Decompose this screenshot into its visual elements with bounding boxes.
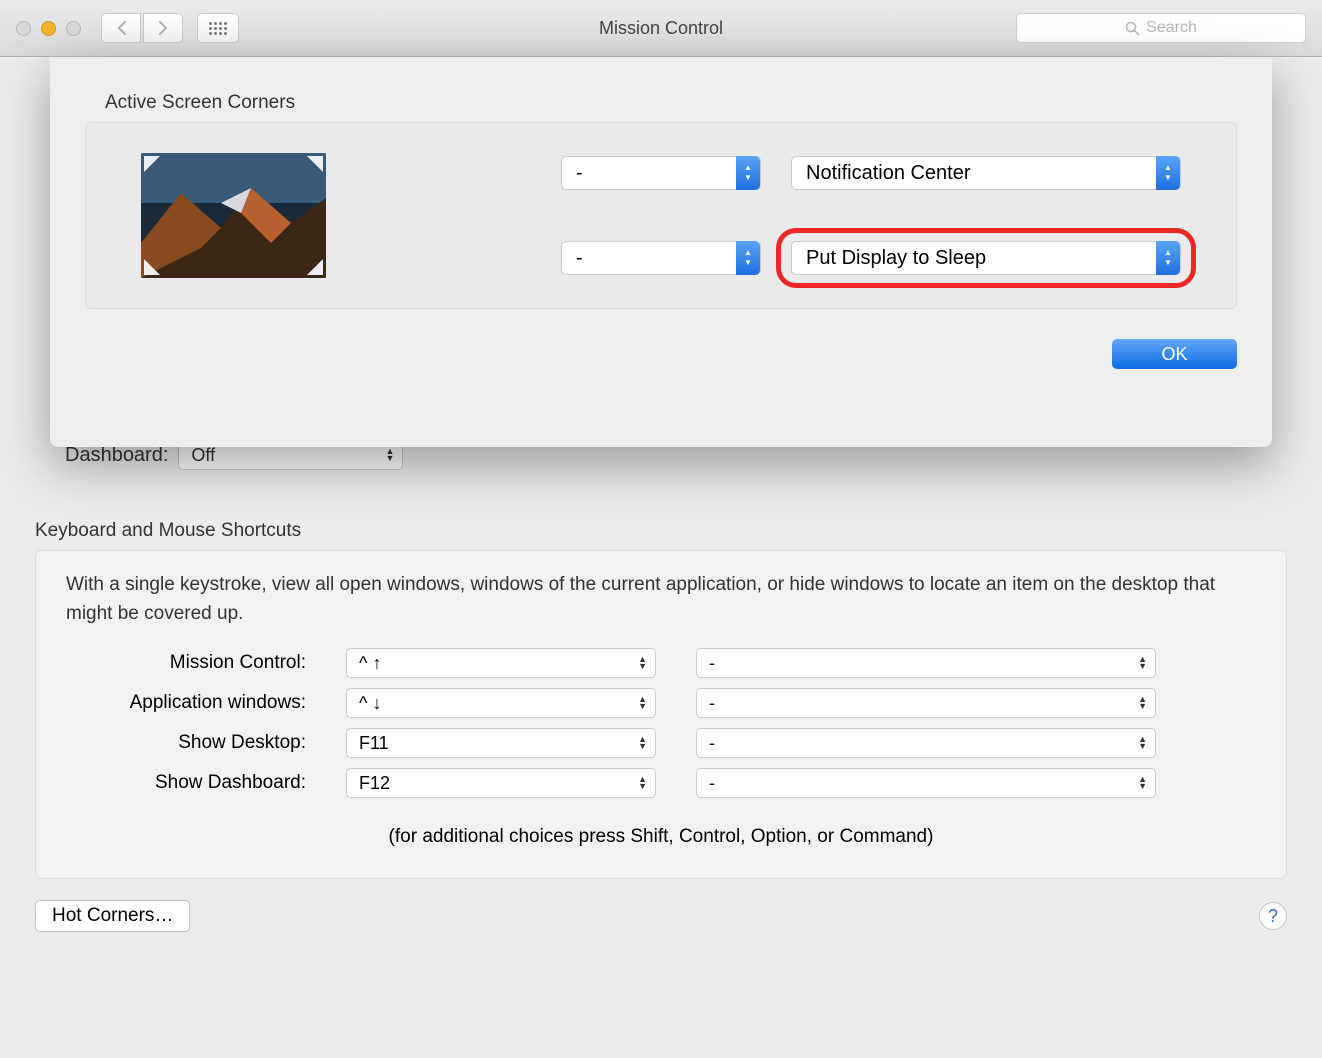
kbm-box: With a single keystroke, view all open w… [35,550,1287,879]
forward-button[interactable] [143,13,183,43]
kbm-footer: (for additional choices press Shift, Con… [66,826,1256,848]
close-button[interactable] [16,21,31,36]
show-all-button[interactable] [197,13,239,43]
search-input[interactable]: Search [1016,13,1306,43]
chevron-updown-icon: ▲▼ [638,656,647,670]
corner-value: Notification Center [806,162,971,185]
highlight-annotation: Put Display to Sleep ▲▼ [776,228,1196,288]
mission-control-kb-select[interactable]: ^ ↑▲▼ [346,648,656,678]
search-icon [1125,21,1140,36]
dashboard-value: Off [191,445,215,466]
corner-bottom-right-select[interactable]: Put Display to Sleep ▲▼ [791,241,1181,275]
corner-indicator-br [307,259,323,275]
app-windows-kb-select[interactable]: ^ ↓▲▼ [346,688,656,718]
kbm-description: With a single keystroke, view all open w… [66,571,1256,628]
corner-value: - [576,162,583,185]
corner-indicator-tr [307,156,323,172]
nav-buttons [101,13,183,43]
chevron-updown-icon: ▲▼ [1156,156,1180,190]
chevron-updown-icon: ▲▼ [385,448,394,462]
window-toolbar: Mission Control Search [0,0,1322,57]
zoom-button[interactable] [66,21,81,36]
kbm-grid: Mission Control: ^ ↑▲▼ -▲▼ Application w… [66,648,1256,798]
corner-indicator-bl [144,259,160,275]
chevron-updown-icon: ▲▼ [736,156,760,190]
traffic-lights [16,21,81,36]
chevron-updown-icon: ▲▼ [1138,696,1147,710]
show-dashboard-mouse-select[interactable]: -▲▼ [696,768,1156,798]
kbm-row-label: Show Dashboard: [66,772,306,794]
chevron-updown-icon: ▲▼ [1138,736,1147,750]
minimize-button[interactable] [41,21,56,36]
kbm-row-label: Mission Control: [66,652,306,674]
chevron-updown-icon: ▲▼ [1138,776,1147,790]
bottom-bar: Hot Corners… ? [35,900,1287,932]
help-button[interactable]: ? [1259,902,1287,930]
active-corners-sheet: Active Screen Corners - ▲▼ Notification … [50,57,1272,447]
chevron-updown-icon: ▲▼ [638,696,647,710]
display-preview [141,153,326,278]
grid-icon [209,22,227,35]
window-title: Mission Control [599,18,723,39]
ok-button[interactable]: OK [1112,339,1237,369]
back-button[interactable] [101,13,141,43]
search-placeholder: Search [1146,19,1197,37]
corner-top-right-select[interactable]: Notification Center ▲▼ [791,156,1181,190]
sheet-title: Active Screen Corners [105,92,1237,114]
kbm-row-label: Application windows: [66,692,306,714]
corners-box: - ▲▼ Notification Center ▲▼ - ▲▼ [85,122,1237,309]
corner-value: - [576,247,583,270]
mission-control-mouse-select[interactable]: -▲▼ [696,648,1156,678]
kbm-row-label: Show Desktop: [66,732,306,754]
main-panel: Dashboard: Off ▲▼ Keyboard and Mouse Sho… [35,440,1287,879]
show-desktop-kb-select[interactable]: F11▲▼ [346,728,656,758]
sheet-buttons: OK [85,339,1237,369]
app-windows-mouse-select[interactable]: -▲▼ [696,688,1156,718]
show-dashboard-kb-select[interactable]: F12▲▼ [346,768,656,798]
corner-value: Put Display to Sleep [806,247,986,270]
chevron-updown-icon: ▲▼ [736,241,760,275]
chevron-updown-icon: ▲▼ [638,736,647,750]
chevron-updown-icon: ▲▼ [638,776,647,790]
hot-corners-button[interactable]: Hot Corners… [35,900,190,932]
corner-indicator-tl [144,156,160,172]
corner-bottom-left-select[interactable]: - ▲▼ [561,241,761,275]
show-desktop-mouse-select[interactable]: -▲▼ [696,728,1156,758]
chevron-updown-icon: ▲▼ [1156,241,1180,275]
corner-top-left-select[interactable]: - ▲▼ [561,156,761,190]
kbm-section-title: Keyboard and Mouse Shortcuts [35,520,1287,542]
chevron-updown-icon: ▲▼ [1138,656,1147,670]
